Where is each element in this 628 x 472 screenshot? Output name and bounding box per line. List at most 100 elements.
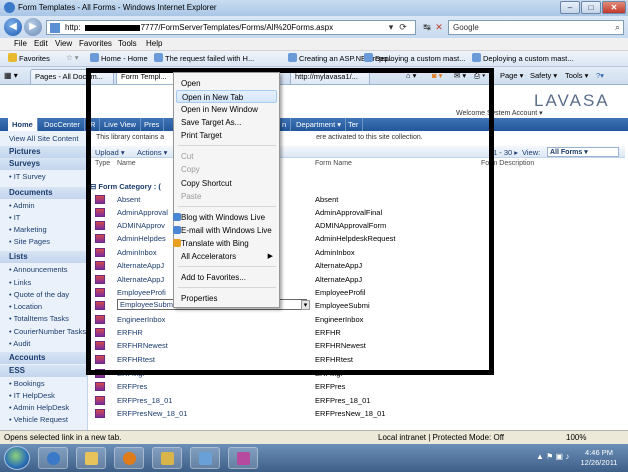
nav-department[interactable]: Department ▾ [292,118,347,131]
nav-item[interactable]: Vehicle Request [9,415,68,425]
upload-menu[interactable]: Upload ▾ [95,148,125,157]
stop-icon[interactable]: ✕ [434,20,444,35]
col-form-name[interactable]: Form Name [315,160,352,167]
tray-icons[interactable]: ▲ ⚑ ▣ ♪ [536,452,569,461]
welcome-menu[interactable]: Welcome System Account ▾ [456,109,543,117]
search-icon[interactable]: ⌕ [615,22,620,33]
row-name-link[interactable]: AlternateAppJ [117,261,164,270]
menu-copy-shortcut[interactable]: Copy Shortcut [176,177,277,190]
nav-heading-lists[interactable]: Lists [0,251,88,263]
col-name[interactable]: Name [117,160,136,167]
menu-open[interactable]: Open [176,77,277,90]
nav-live-view[interactable]: Live View [100,118,141,131]
table-row[interactable]: AdminApproval AdminApprovalFinal [89,206,625,219]
refresh-icon[interactable]: ⟳ [398,20,408,35]
actions-menu[interactable]: Actions ▾ [137,148,167,157]
nav-heading-pictures[interactable]: Pictures [0,146,88,158]
row-name-link[interactable]: AdminInbox [117,248,157,257]
table-row[interactable]: EmployeeProfi EmployeeProfil [89,286,625,299]
address-bar[interactable]: http: 7777/FormServerTemplates/Forms/All%… [46,20,416,35]
menu-help[interactable]: Help [146,39,162,48]
mail-icon[interactable]: ✉ ▾ [454,71,466,80]
nav-pres[interactable]: Pres [140,118,165,131]
menu-edit[interactable]: Edit [34,39,48,48]
table-row[interactable]: ERFPres_18_01 ERFPres_18_01 [89,394,625,407]
nav-heading-ess[interactable]: ESS [0,365,88,377]
fav-link[interactable]: The request failed with H... [154,53,254,63]
table-row[interactable]: ERFHRtest ERFHRtest [89,353,625,366]
table-row[interactable]: ERFPresNew_18_01 ERFPresNew_18_01 [89,407,625,420]
menu-email-windows-live[interactable]: E-mail with Windows Live [173,224,277,237]
clock[interactable]: 4:46 PM 12/26/2011 [574,448,624,468]
row-name-link[interactable]: ADMINApprov [117,221,165,230]
fav-link[interactable]: Home - Home [90,53,148,63]
table-row[interactable]: ERFPres ERFPres [89,380,625,393]
menu-add-favorites[interactable]: Add to Favorites... [176,271,277,284]
safety-menu[interactable]: Safety ▾ [530,71,557,80]
nav-item[interactable]: IT [9,213,21,222]
nav-ter[interactable]: Ter [344,118,364,131]
forward-button[interactable]: ▶ [24,18,42,36]
row-name-link[interactable]: AlternateAppJ [117,275,164,284]
nav-item[interactable]: Site Pages [9,237,50,246]
taskbar-tools-icon[interactable] [190,447,220,469]
table-row[interactable]: AdminHelpdes AdminHelpdeskRequest [89,232,625,245]
table-row-selected[interactable]: EmployeeSubmi ▾ EmployeeSubmi [89,299,625,312]
minimize-button[interactable]: – [560,1,580,14]
nav-heading-surveys[interactable]: Surveys [0,158,88,170]
fav-link[interactable]: Deploying a custom mast... [364,53,465,63]
refresh-arrows-icon[interactable]: ↹ [422,20,432,35]
table-row[interactable]: ADMINApprov ADMINApprovalForm [89,219,625,232]
nav-item[interactable]: Marketing [9,225,47,234]
nav-home[interactable]: Home [8,118,38,131]
nav-item[interactable]: TotalItems Tasks [9,314,69,323]
table-row[interactable]: ERFHRNewest ERFHRNewest [89,339,625,352]
taskbar-app-icon[interactable] [228,447,258,469]
nav-item[interactable]: Links [9,278,32,287]
close-button[interactable]: ✕ [602,1,626,14]
row-name-link[interactable]: ERFPres_18_01 [117,396,172,405]
taskbar-folder-icon[interactable] [152,447,182,469]
dropdown-arrow-icon[interactable]: ▾ [386,20,396,35]
table-row[interactable]: EngineerInbox EngineerInbox [89,313,625,326]
row-name-link[interactable]: EngineerInbox [117,315,165,324]
menu-open-new-tab[interactable]: Open in New Tab [176,90,277,103]
back-button[interactable]: ◀ [4,18,22,36]
item-menu-dropdown-icon[interactable]: ▾ [301,300,310,310]
table-row[interactable]: ERFMgr ERFMgr [89,367,625,380]
menu-open-new-window[interactable]: Open in New Window [176,103,277,116]
taskbar-explorer-icon[interactable] [76,447,106,469]
page-menu[interactable]: Page ▾ [500,71,523,80]
maximize-button[interactable]: □ [581,1,601,14]
table-row[interactable]: ERFHR ERFHR [89,326,625,339]
search-box[interactable]: Google ⌕ [448,20,624,35]
view-selector[interactable]: All Forms ▾ [547,147,619,157]
add-favorites-icon[interactable]: ☆ ▾ [66,53,79,62]
help-menu[interactable]: ?▾ [596,71,604,80]
row-name-link[interactable]: ERFPres [117,382,147,391]
row-name-link[interactable]: EmployeeProfi [117,288,166,297]
tab-pages[interactable]: Pages - All Docum... [30,69,114,84]
nav-item[interactable]: Audit [9,339,30,348]
security-zone[interactable]: Local intranet | Protected Mode: Off [378,433,504,442]
table-row[interactable]: AlternateAppJ AlternateAppJ [89,273,625,286]
row-name-link[interactable]: ERFPresNew_18_01 [117,409,187,418]
tab-form-templates[interactable]: Form Templ... [116,69,176,84]
menu-translate-bing[interactable]: Translate with Bing [173,237,277,250]
view-all-content-link[interactable]: View All Site Content [9,134,79,143]
nav-item[interactable]: Quote of the day [9,290,69,299]
nav-item[interactable]: Announcements [9,265,67,274]
row-name-link[interactable]: ERFHRNewest [117,341,168,350]
search-input[interactable]: Google [453,23,479,32]
table-row[interactable]: Absent Absent [89,193,625,206]
fav-link[interactable]: Deploying a custom mast... [472,53,573,63]
row-name-link[interactable]: ERFMgr [117,369,145,378]
tab-mylavasa[interactable]: http://mylavasa1/... [290,69,370,84]
print-icon[interactable]: ⎙ ▾ [474,71,485,81]
menu-all-accelerators[interactable]: All Accelerators ▶ [176,250,277,263]
menu-file[interactable]: File [14,39,27,48]
nav-item[interactable]: IT Survey [9,172,46,181]
row-name-link[interactable]: AdminHelpdes [117,234,166,243]
menu-save-target[interactable]: Save Target As... [176,116,277,129]
menu-favorites[interactable]: Favorites [79,39,112,48]
